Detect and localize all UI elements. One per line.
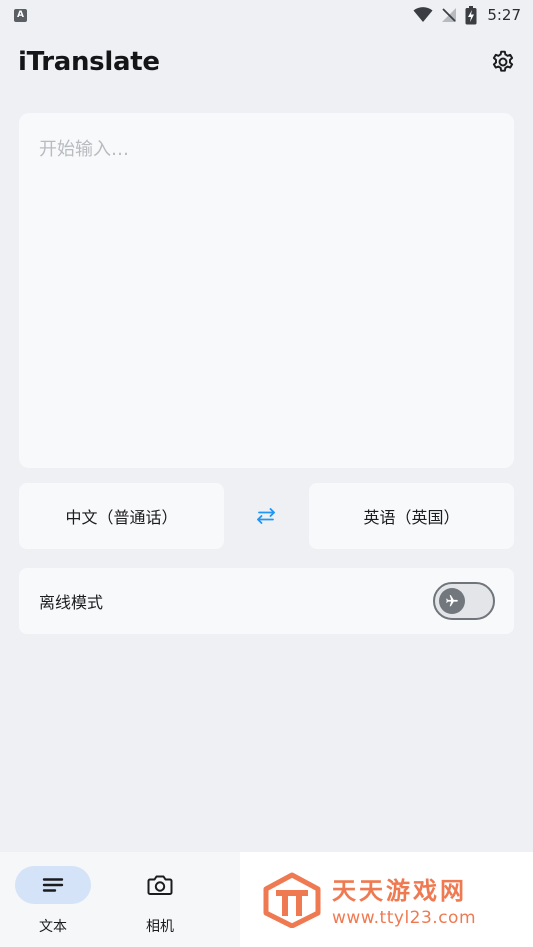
source-language-label: 中文（普通话） [65, 508, 178, 527]
battery-charging-icon [465, 5, 477, 24]
toggle-knob [439, 588, 465, 614]
swap-arrows-icon[interactable] [254, 506, 278, 526]
wifi-icon [413, 7, 433, 22]
target-language-button[interactable]: 英语（英国） [309, 483, 514, 549]
watermark-logo-icon [263, 872, 321, 928]
watermark-url: www.ttyl23.com [332, 908, 477, 928]
app-bar: iTranslate [0, 34, 533, 90]
status-time: 5:27 [487, 6, 521, 24]
text-lines-icon [42, 878, 64, 892]
watermark-title: 天天游戏网 [332, 877, 467, 905]
nav-item-text[interactable]: 文本 [13, 866, 93, 936]
airplane-icon [446, 595, 458, 607]
camera-icon [147, 875, 173, 895]
gear-icon[interactable] [490, 49, 516, 75]
nav-active-indicator[interactable] [15, 866, 91, 904]
input-card [19, 113, 514, 468]
nav-label-camera: 相机 [146, 919, 174, 935]
offline-mode-toggle[interactable] [433, 582, 495, 620]
nav-item-camera[interactable]: 相机 [120, 866, 200, 936]
text-input[interactable] [19, 113, 514, 468]
no-signal-icon [442, 8, 457, 22]
status-bar: A 5:27 [0, 0, 533, 30]
settings-button[interactable] [489, 48, 517, 76]
a-icon: A [14, 8, 27, 22]
watermark: 天天游戏网 www.ttyl23.com [240, 852, 533, 947]
nav-label-text: 文本 [39, 919, 67, 935]
target-language-label: 英语（英国） [363, 508, 460, 527]
source-language-button[interactable]: 中文（普通话） [19, 483, 224, 549]
app-title: iTranslate [18, 47, 160, 77]
offline-mode-row: 离线模式 [19, 568, 514, 634]
nav-camera-pill[interactable] [122, 866, 198, 904]
offline-mode-label: 离线模式 [39, 593, 104, 612]
swap-languages-button[interactable] [250, 502, 282, 530]
